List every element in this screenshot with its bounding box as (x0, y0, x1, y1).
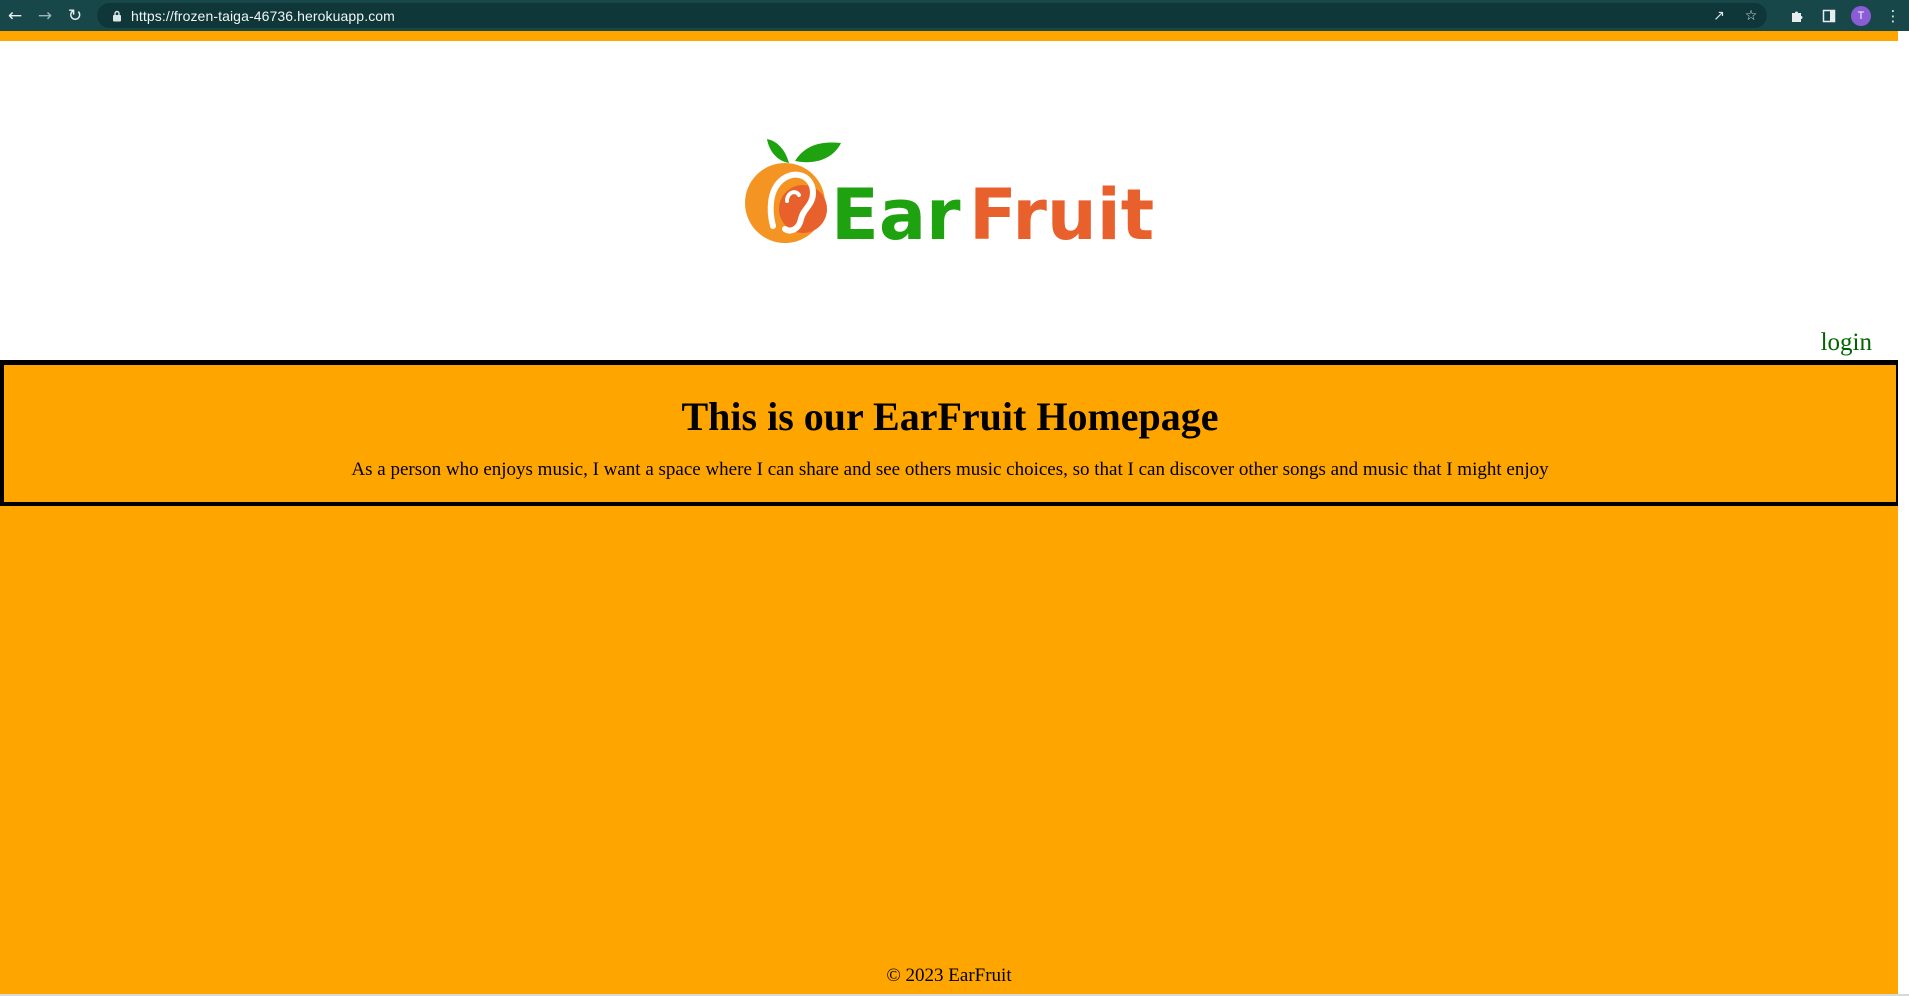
page-right-edge (1898, 31, 1909, 996)
extensions-icon[interactable] (1781, 0, 1813, 31)
back-icon[interactable]: ← (0, 0, 30, 31)
side-panel-icon[interactable] (1813, 0, 1845, 31)
logo-text-fruit: Fruit (969, 174, 1154, 251)
browser-toolbar: ← → ↻ https://frozen-taiga-46736.herokua… (0, 0, 1909, 31)
reload-icon[interactable]: ↻ (60, 0, 90, 31)
homepage-banner: This is our EarFruit Homepage As a perso… (0, 365, 1900, 506)
site-header: Ear Fruit login (0, 41, 1898, 362)
footer-copyright: © 2023 EarFruit (886, 965, 1012, 986)
profile-avatar[interactable]: T (1845, 0, 1877, 31)
forward-icon[interactable]: → (30, 0, 60, 31)
earfruit-logo: Ear Fruit (745, 139, 1154, 251)
address-bar[interactable]: https://frozen-taiga-46736.herokuapp.com… (97, 3, 1767, 28)
avatar[interactable]: T (1851, 5, 1871, 26)
logo-text-ear: Ear (831, 174, 961, 251)
url-text[interactable]: https://frozen-taiga-46736.herokuapp.com (131, 8, 395, 24)
login-link[interactable]: login (1821, 329, 1872, 357)
menu-icon[interactable]: ⋮ (1877, 0, 1909, 31)
page-description: As a person who enjoys music, I want a s… (351, 459, 1549, 480)
page: Ear Fruit login This is our EarFruit Hom… (0, 31, 1909, 996)
page-title: This is our EarFruit Homepage (681, 394, 1219, 439)
star-icon[interactable]: ☆ (1735, 3, 1767, 28)
share-icon[interactable]: ↗ (1703, 3, 1735, 28)
lock-icon[interactable] (111, 10, 123, 22)
